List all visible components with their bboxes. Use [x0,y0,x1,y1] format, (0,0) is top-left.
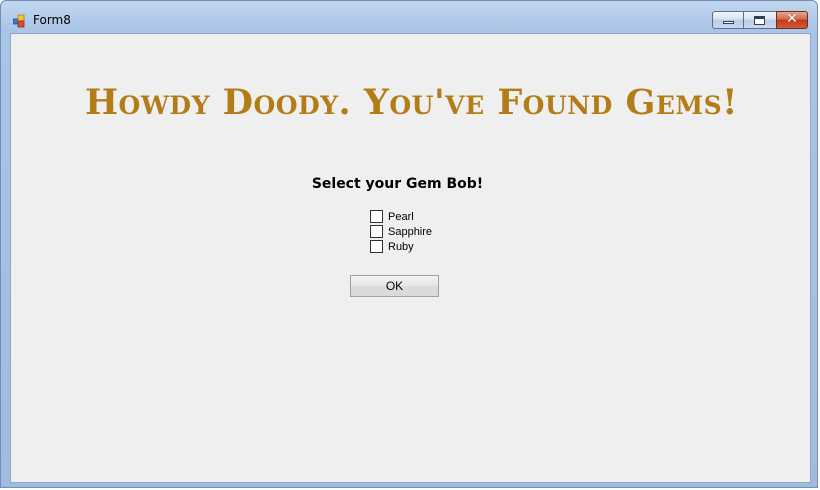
minimize-icon [723,21,734,24]
form8-window: Form8 ✕ Howdy Doody. You've Found Gems! … [0,0,818,488]
ruby-checkbox[interactable] [370,240,383,253]
maximize-icon [754,16,765,25]
maximize-button[interactable] [744,11,776,29]
title-bar[interactable]: Form8 ✕ [1,1,817,33]
gem-option-ruby[interactable]: Ruby [370,239,432,254]
pearl-label[interactable]: Pearl [388,211,414,223]
app-window-icon[interactable] [12,13,27,28]
form-client-area: Howdy Doody. You've Found Gems! Select y… [10,33,811,483]
gems-heading: Howdy Doody. You've Found Gems! [84,82,739,123]
ruby-label[interactable]: Ruby [388,241,414,253]
gem-option-pearl[interactable]: Pearl [370,209,432,224]
close-icon: ✕ [786,11,798,27]
minimize-button[interactable] [712,11,744,29]
pearl-checkbox[interactable] [370,210,383,223]
ok-button[interactable]: OK [350,275,439,297]
sapphire-label[interactable]: Sapphire [388,226,432,238]
gem-options: Pearl Sapphire Ruby [370,209,432,254]
window-title: Form8 [33,13,71,27]
select-gem-label: Select your Gem Bob! [311,176,484,192]
caption-buttons: ✕ [712,11,808,30]
close-button[interactable]: ✕ [776,11,808,29]
gem-option-sapphire[interactable]: Sapphire [370,224,432,239]
sapphire-checkbox[interactable] [370,225,383,238]
